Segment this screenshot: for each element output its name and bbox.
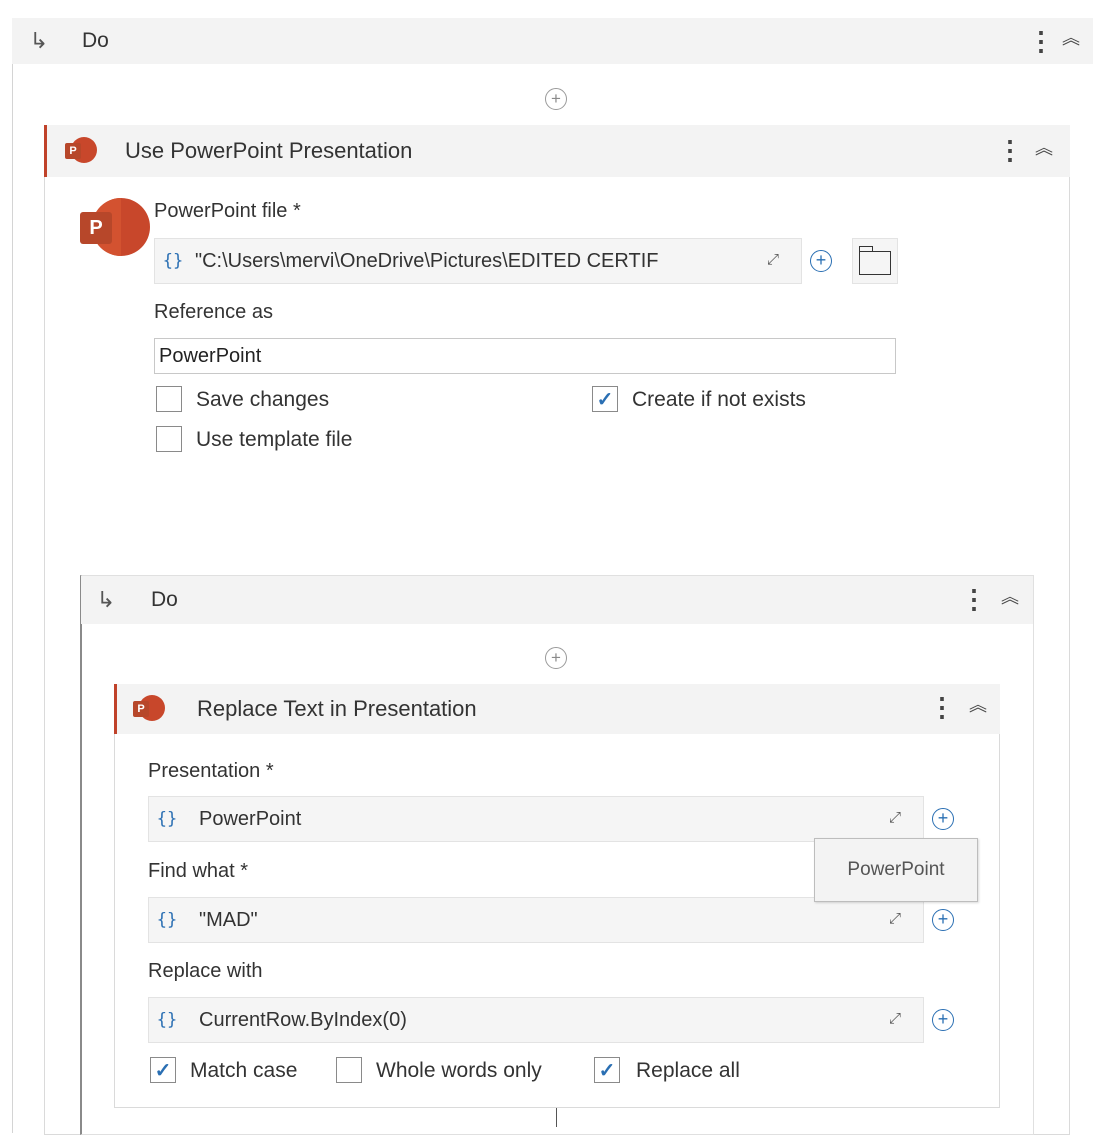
whole-words-only-checkbox[interactable]	[336, 1057, 362, 1083]
powerpoint-file-input[interactable]: {} "C:\Users\mervi\OneDrive\Pictures\EDI…	[154, 238, 802, 284]
replace-with-label: Replace with	[148, 960, 263, 982]
powerpoint-large-icon: P	[80, 198, 150, 260]
replace-with-input[interactable]: {} CurrentRow.ByIndex(0) ⤢	[148, 997, 924, 1043]
powerpoint-file-value: "C:\Users\mervi\OneDrive\Pictures\EDITED…	[195, 249, 659, 272]
inner-do-arrow-icon: ↳	[96, 587, 116, 612]
presentation-value: PowerPoint	[199, 807, 302, 830]
replace-expand-icon[interactable]: ⤢	[889, 1010, 901, 1027]
replace-all-checkbox[interactable]: ✓	[594, 1057, 620, 1083]
use-template-file-label: Use template file	[196, 428, 353, 451]
use-powerpoint-menu-icon[interactable]: ⋮	[997, 137, 1023, 163]
find-what-value: "MAD"	[199, 908, 258, 931]
powerpoint-file-label: PowerPoint file *	[154, 200, 301, 222]
presentation-add-variable-icon[interactable]: +	[932, 808, 954, 830]
inner-add-activity-icon[interactable]: +	[545, 647, 567, 669]
powerpoint-icon: P	[65, 135, 97, 167]
replace-add-variable-icon[interactable]: +	[932, 1009, 954, 1031]
inner-do-header[interactable]: ↳ Do ⋮ ︽	[81, 576, 1033, 624]
replace-with-value: CurrentRow.ByIndex(0)	[199, 1008, 407, 1031]
find-brace-icon: {}	[156, 910, 178, 930]
create-if-not-exists-label: Create if not exists	[632, 388, 806, 411]
flow-connector-line	[556, 1108, 557, 1127]
outer-do-header[interactable]: ↳ Do ⋮ ︽	[12, 18, 1093, 64]
replace-text-collapse-icon[interactable]: ︽	[969, 696, 987, 714]
find-expand-icon[interactable]: ⤢	[889, 910, 901, 927]
reference-as-label: Reference as	[154, 301, 273, 323]
presentation-brace-icon: {}	[156, 809, 178, 829]
replace-brace-icon: {}	[156, 1010, 178, 1030]
match-case-label: Match case	[190, 1059, 298, 1082]
presentation-input[interactable]: {} PowerPoint ⤢	[148, 796, 924, 842]
outer-do-menu-icon[interactable]: ⋮	[1028, 28, 1054, 54]
replace-all-label: Replace all	[636, 1059, 740, 1082]
outer-do-label: Do	[82, 29, 109, 52]
replace-text-header[interactable]: P Replace Text in Presentation ⋮ ︽	[114, 684, 1000, 734]
presentation-expand-icon[interactable]: ⤢	[889, 809, 901, 826]
find-add-variable-icon[interactable]: +	[932, 909, 954, 931]
variable-tooltip: PowerPoint	[814, 838, 978, 902]
inner-do-collapse-icon[interactable]: ︽	[1001, 588, 1019, 606]
presentation-label: Presentation *	[148, 760, 274, 782]
save-changes-label: Save changes	[196, 388, 330, 411]
file-add-variable-icon[interactable]: +	[810, 250, 832, 272]
folder-icon	[858, 246, 891, 275]
replace-text-menu-icon[interactable]: ⋮	[929, 694, 955, 720]
expression-brace-icon: {}	[162, 251, 184, 271]
find-what-input[interactable]: {} "MAD" ⤢	[148, 897, 924, 943]
whole-words-only-label: Whole words only	[376, 1059, 542, 1082]
use-powerpoint-header[interactable]: P Use PowerPoint Presentation ⋮ ︽	[44, 125, 1070, 177]
use-powerpoint-collapse-icon[interactable]: ︽	[1035, 139, 1053, 157]
inner-do-menu-icon[interactable]: ⋮	[961, 586, 987, 612]
inner-do-label: Do	[151, 588, 178, 611]
create-if-not-exists-checkbox[interactable]: ✓	[592, 386, 618, 412]
match-case-checkbox[interactable]: ✓	[150, 1057, 176, 1083]
use-template-file-checkbox[interactable]	[156, 426, 182, 452]
browse-folder-button[interactable]	[852, 238, 898, 284]
replace-text-title: Replace Text in Presentation	[197, 696, 477, 721]
find-what-label: Find what *	[148, 860, 249, 882]
outer-do-collapse-icon[interactable]: ︽	[1062, 29, 1080, 47]
do-arrow-icon: ↳	[29, 28, 49, 53]
expand-editor-icon[interactable]: ⤢	[767, 251, 779, 268]
save-changes-checkbox[interactable]	[156, 386, 182, 412]
add-activity-icon[interactable]: +	[545, 88, 567, 110]
replace-powerpoint-icon: P	[133, 693, 165, 725]
use-powerpoint-title: Use PowerPoint Presentation	[125, 138, 413, 163]
reference-as-input[interactable]: PowerPoint	[154, 338, 896, 374]
